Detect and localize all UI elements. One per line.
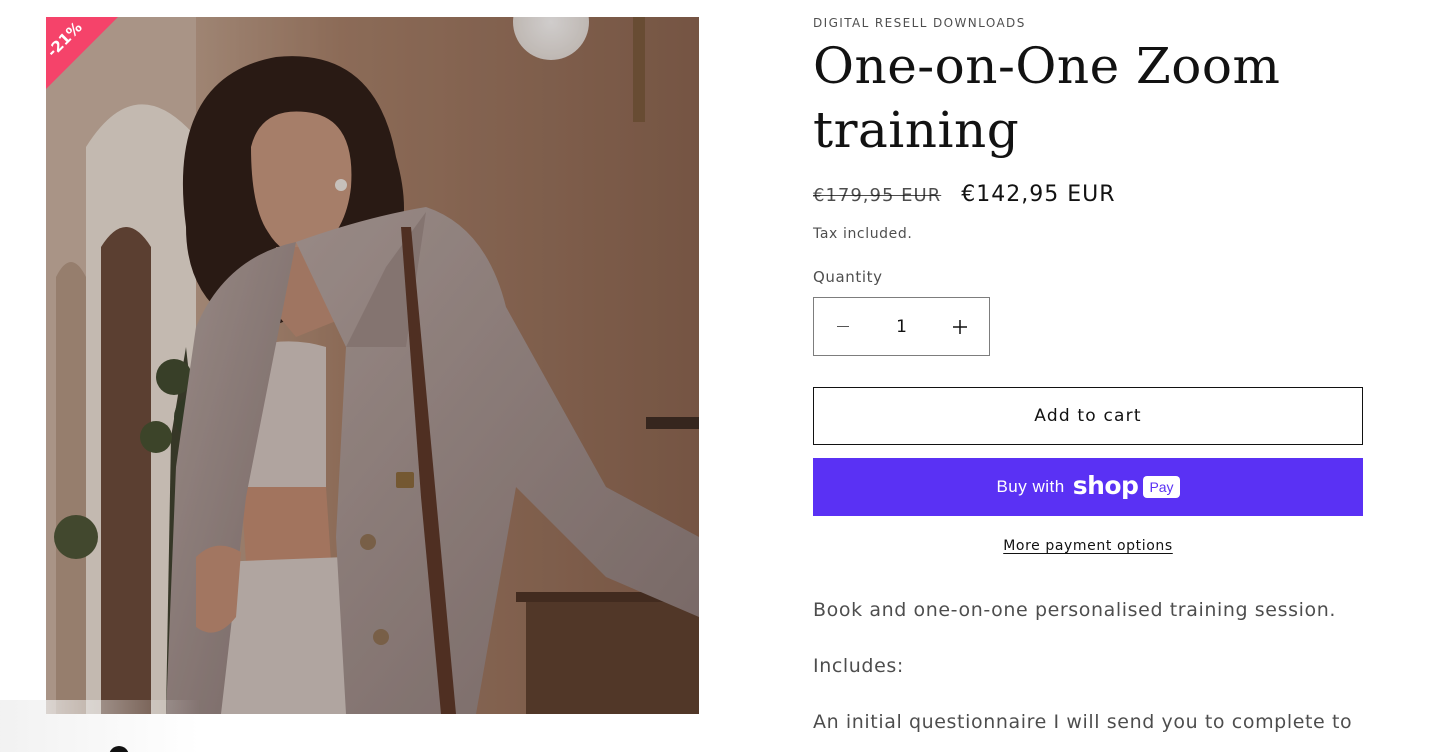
bottom-fade bbox=[0, 700, 200, 752]
plus-icon bbox=[953, 319, 967, 334]
more-payment-options: More payment options bbox=[813, 538, 1363, 554]
pay-chip: Pay bbox=[1143, 476, 1180, 498]
product-page: -21% DIGITAL RESELL DOWNLOADS One-on-One… bbox=[0, 0, 1432, 752]
more-payment-options-link[interactable]: More payment options bbox=[1003, 538, 1173, 554]
increase-quantity-button[interactable] bbox=[931, 298, 989, 355]
buy-with-label: Buy with bbox=[996, 477, 1065, 496]
price-sale: €142,95 EUR bbox=[961, 182, 1116, 207]
add-to-cart-button[interactable]: Add to cart bbox=[813, 387, 1363, 445]
price: €179,95 EUR €142,95 EUR bbox=[813, 182, 1115, 212]
description-line-2: Includes: bbox=[813, 655, 904, 677]
quantity-input[interactable] bbox=[872, 299, 931, 354]
shop-pay-button[interactable]: Buy with shop Pay bbox=[813, 458, 1363, 516]
sale-badge: -21% bbox=[46, 17, 118, 89]
price-compare: €179,95 EUR bbox=[813, 185, 942, 206]
tax-note: Tax included. bbox=[813, 226, 913, 242]
product-photo bbox=[46, 17, 699, 714]
shop-logo: shop bbox=[1072, 471, 1139, 500]
description-line-1: Book and one-on-one personalised trainin… bbox=[813, 599, 1336, 621]
decrease-quantity-button[interactable] bbox=[814, 298, 872, 355]
product-title: One-on-One Zoom training bbox=[813, 37, 1281, 159]
minus-icon bbox=[837, 325, 849, 328]
product-image[interactable]: -21% bbox=[46, 17, 699, 714]
description-line-3: An initial questionnaire I will send you… bbox=[813, 711, 1353, 733]
quantity-label: Quantity bbox=[813, 268, 883, 286]
quantity-stepper bbox=[813, 297, 990, 356]
product-vendor: DIGITAL RESELL DOWNLOADS bbox=[813, 16, 1026, 30]
